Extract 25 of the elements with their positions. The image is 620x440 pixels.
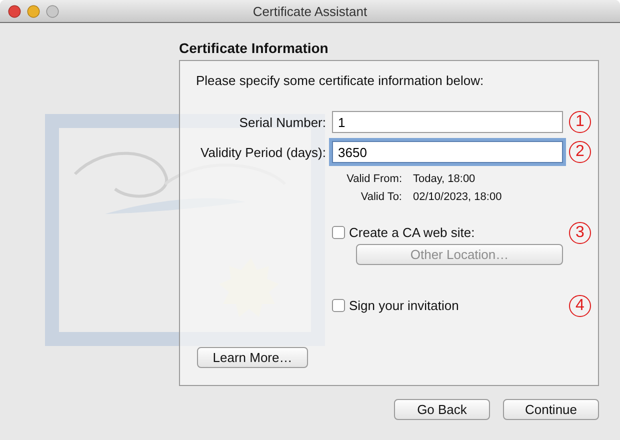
- checkbox[interactable]: [332, 226, 345, 239]
- number-marker: 3: [569, 222, 591, 244]
- footer-button[interactable]: Continue: [503, 399, 599, 420]
- validity-label: Valid To:: [360, 191, 402, 203]
- validity-value: 02/10/2023, 18:00: [413, 191, 502, 203]
- learn-more-button[interactable]: Learn More…: [197, 347, 308, 368]
- zoom-icon[interactable]: [46, 4, 59, 18]
- footer-button[interactable]: Go Back: [394, 399, 490, 420]
- checkbox-label[interactable]: Sign your invitation: [349, 298, 459, 313]
- window-title: Certificate Assistant: [252, 4, 368, 18]
- number-marker: 1: [569, 111, 591, 133]
- checkbox[interactable]: [332, 299, 345, 312]
- close-icon[interactable]: [8, 4, 21, 18]
- minimize-icon[interactable]: [27, 4, 40, 18]
- section-heading: Certificate Information: [179, 40, 330, 58]
- checkbox-label[interactable]: Create a CA web site:: [349, 225, 475, 240]
- number-marker: 2: [569, 141, 591, 163]
- number-marker: 4: [569, 295, 591, 317]
- instructions-text: Please specify some certificate information below:: [196, 73, 485, 90]
- validity-label: Valid From:: [346, 173, 402, 185]
- input-field[interactable]: 1: [332, 111, 563, 133]
- input-field[interactable]: 3650: [332, 141, 563, 163]
- field-label: Validity Period (days):: [200, 144, 326, 160]
- validity-value: Today, 18:00: [413, 173, 476, 185]
- field-label: Serial Number:: [238, 114, 326, 130]
